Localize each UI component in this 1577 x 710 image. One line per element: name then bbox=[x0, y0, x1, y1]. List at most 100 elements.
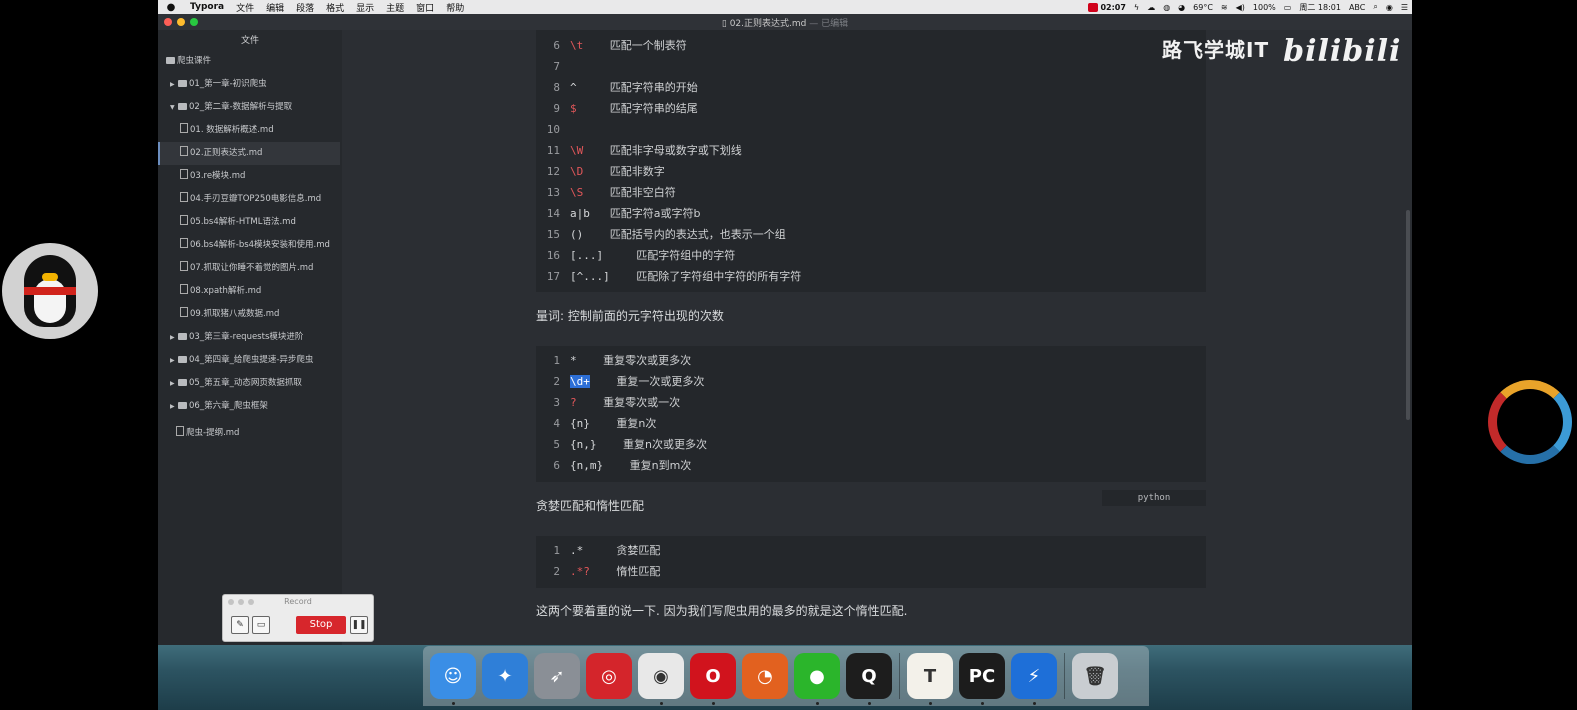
code-line: 12 \D 匹配非数字 bbox=[536, 162, 665, 182]
battery-text[interactable]: 100% bbox=[1249, 3, 1280, 12]
wifi-icon[interactable]: ≋ bbox=[1217, 3, 1232, 12]
file-item[interactable]: 06.bs4解析-bs4模块安装和使用.md bbox=[180, 234, 330, 257]
clock[interactable]: 周二 18:01 bbox=[1295, 2, 1345, 13]
menu-format[interactable]: 格式 bbox=[320, 1, 350, 14]
code-token: \S bbox=[570, 186, 584, 199]
code-block-greedy[interactable]: 1 .* 贪婪匹配 2 .*? 惰性匹配 bbox=[536, 536, 1206, 588]
code-line: 3? 重复零次或一次 bbox=[536, 393, 680, 413]
chrome-icon[interactable]: ◉ bbox=[638, 653, 684, 705]
battery-icon[interactable]: ▭ bbox=[1280, 3, 1296, 12]
cpu-temp[interactable]: 69°C bbox=[1189, 3, 1217, 12]
heading-greedy[interactable]: 贪婪匹配和惰性匹配 bbox=[536, 497, 644, 514]
file-item[interactable]: 07.抓取让你睡不着觉的图片.md bbox=[180, 257, 313, 280]
opera-icon[interactable]: O bbox=[690, 653, 736, 705]
apple-icon[interactable]: ● bbox=[158, 2, 184, 13]
file-item[interactable]: 04.手刃豆瓣TOP250电影信息.md bbox=[180, 188, 321, 211]
code-line: 9 $ 匹配字符串的结尾 bbox=[536, 99, 697, 119]
cloud-icon[interactable]: ☁ bbox=[1143, 3, 1159, 12]
recording-indicator[interactable]: 02:07 bbox=[1084, 2, 1129, 12]
volume-icon[interactable]: ◀) bbox=[1232, 3, 1249, 12]
code-block-quantifiers[interactable]: 1 * 重复零次或更多次 2 \d+ 重复一次或更多次 3? 重复零次或一次 4 {n… bbox=[536, 346, 1206, 482]
code-language-badge[interactable]: python bbox=[1102, 490, 1206, 506]
stop-button[interactable]: Stop bbox=[296, 616, 346, 634]
folder-chapter-6[interactable]: ▶ 06_第六章_爬虫框架 bbox=[170, 395, 268, 418]
code-token: * bbox=[570, 354, 577, 367]
bolt-icon[interactable]: ϟ bbox=[1130, 3, 1143, 12]
folder-chapter-3[interactable]: ▶ 03_第三章-requests模块进阶 bbox=[170, 326, 303, 349]
file-item-active[interactable]: 02.正则表达式.md bbox=[158, 142, 340, 165]
code-block-metachars[interactable]: 6 \t 匹配一个制表符 7 8 ^ 匹配字符串的开始 9 $ 匹配字符串的结尾 10… bbox=[536, 30, 1206, 292]
folder-chapter-2[interactable]: ▼ 02_第二章-数据解析与提取 bbox=[170, 96, 292, 119]
menu-edit[interactable]: 编辑 bbox=[260, 1, 290, 14]
record-pen-button[interactable]: ✎ bbox=[231, 616, 249, 634]
file-item[interactable]: 08.xpath解析.md bbox=[180, 280, 261, 303]
code-token-selected[interactable]: \d+ bbox=[570, 375, 590, 388]
safari-icon[interactable]: ✦ bbox=[482, 653, 528, 699]
pycharm-icon[interactable]: PC bbox=[959, 653, 1005, 705]
trash-icon[interactable]: 🗑 bbox=[1072, 653, 1118, 699]
typora-icon[interactable]: T bbox=[907, 653, 953, 705]
qq-icon[interactable]: Q bbox=[846, 653, 892, 705]
doc-file-icon: ▯ bbox=[721, 19, 730, 29]
notification-center-icon[interactable]: ☰ bbox=[1397, 3, 1412, 12]
code-comment: 匹配一个制表符 bbox=[609, 39, 687, 52]
finder-icon[interactable]: ☺ bbox=[430, 653, 476, 705]
code-token: .*? bbox=[570, 565, 590, 578]
code-token: a|b bbox=[570, 207, 590, 220]
file-item[interactable]: 09.抓取猪八戒数据.md bbox=[180, 303, 279, 326]
menu-file[interactable]: 文件 bbox=[230, 1, 260, 14]
firefox-icon[interactable]: ◔ bbox=[742, 653, 788, 699]
menu-theme[interactable]: 主题 bbox=[380, 1, 410, 14]
menu-help[interactable]: 帮助 bbox=[440, 1, 470, 14]
color-wheel-icon[interactable]: ◕ bbox=[1174, 3, 1189, 12]
editor-scrollbar[interactable] bbox=[1406, 210, 1410, 420]
tree-label: 爬虫课件 bbox=[177, 56, 212, 66]
folder-root[interactable]: 爬虫课件 bbox=[166, 50, 211, 73]
code-token: $ bbox=[570, 102, 577, 115]
pause-button[interactable]: ❚❚ bbox=[350, 616, 368, 634]
qq-avatar-overlay bbox=[2, 243, 98, 339]
line-number: 12 bbox=[546, 165, 560, 178]
tree-label: 07.抓取让你睡不着觉的图片.md bbox=[190, 263, 314, 273]
tree-label: 05_第五章_动态网页数据抓取 bbox=[189, 378, 302, 388]
code-line: 5 {n,} 重复n次或更多次 bbox=[536, 435, 707, 455]
code-token: \t bbox=[570, 39, 584, 52]
line-number: 5 bbox=[553, 438, 560, 451]
thunder-icon[interactable]: ⚡ bbox=[1011, 653, 1057, 705]
file-item-outline[interactable]: 爬虫-提纲.md bbox=[176, 422, 239, 445]
record-area-button[interactable]: ▭ bbox=[252, 616, 270, 634]
folder-chapter-4[interactable]: ▶ 04_第四章_给爬虫提速-异步爬虫 bbox=[170, 349, 313, 372]
tree-label: 02_第二章-数据解析与提取 bbox=[189, 102, 293, 112]
menu-window[interactable]: 窗口 bbox=[410, 1, 440, 14]
folder-chapter-1[interactable]: ▶ 01_第一章-初识爬虫 bbox=[170, 73, 267, 96]
line-number: 11 bbox=[546, 144, 560, 157]
editor-pane[interactable]: 6 \t 匹配一个制表符 7 8 ^ 匹配字符串的开始 9 $ 匹配字符串的结尾 10… bbox=[342, 30, 1412, 710]
chevron-right-icon: ▶ bbox=[170, 380, 175, 387]
file-item[interactable]: 03.re模块.md bbox=[180, 165, 245, 188]
menu-view[interactable]: 显示 bbox=[350, 1, 380, 14]
folder-icon bbox=[178, 80, 187, 87]
file-item[interactable]: 01. 数据解析概述.md bbox=[180, 119, 274, 142]
file-item[interactable]: 05.bs4解析-HTML语法.md bbox=[180, 211, 296, 234]
input-method[interactable]: ABC bbox=[1345, 3, 1369, 12]
folder-chapter-5[interactable]: ▶ 05_第五章_动态网页数据抓取 bbox=[170, 372, 302, 395]
tree-label: 02.正则表达式.md bbox=[190, 148, 263, 158]
code-comment: 重复零次或一次 bbox=[603, 396, 681, 409]
spotlight-icon[interactable]: ⌕ bbox=[1369, 2, 1381, 12]
netease-music-icon[interactable]: ◎ bbox=[586, 653, 632, 699]
menu-paragraph[interactable]: 段落 bbox=[290, 1, 320, 14]
wechat-status-icon[interactable]: ◍ bbox=[1159, 3, 1174, 12]
wechat-icon[interactable]: ● bbox=[794, 653, 840, 705]
heading-quantifier[interactable]: 量词: 控制前面的元字符出现的次数 bbox=[536, 307, 724, 324]
note-paragraph[interactable]: 这两个要着重的说一下. 因为我们写爬虫用的最多的就是这个惰性匹配. bbox=[536, 602, 907, 619]
launchpad-icon[interactable]: ➶ bbox=[534, 653, 580, 699]
folder-icon bbox=[178, 402, 187, 409]
file-icon bbox=[180, 123, 188, 133]
menu-app-typora[interactable]: Typora bbox=[184, 2, 230, 12]
code-comment: 匹配非数字 bbox=[609, 165, 665, 178]
siri-icon[interactable]: ◉ bbox=[1382, 3, 1397, 12]
watermark-text: 路飞学城IT bbox=[1162, 38, 1270, 62]
code-token: {n,} bbox=[570, 438, 597, 451]
line-number: 8 bbox=[553, 81, 560, 94]
code-comment: 匹配字符组中的字符 bbox=[636, 249, 736, 262]
